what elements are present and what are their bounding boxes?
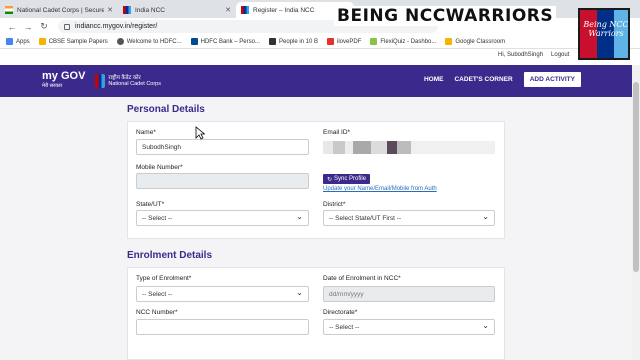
ncc-icon: [123, 6, 131, 14]
name-input[interactable]: SubodhSingh: [136, 139, 309, 155]
lock-icon: [64, 23, 70, 30]
globe-icon: [116, 38, 124, 45]
tab-title: India NCC: [135, 6, 165, 14]
bookmark-ilovepdf[interactable]: ilovePDF: [327, 38, 361, 45]
nav-home[interactable]: HOME: [424, 76, 444, 83]
india-flag-icon: [5, 6, 13, 14]
bookmark-label: ilovePDF: [337, 38, 362, 45]
add-activity-button[interactable]: ADD ACTIVITY: [523, 72, 581, 87]
bookmark-label: CBSE Sample Papers: [48, 38, 108, 45]
ncc-number-label: NCC Number*: [136, 309, 178, 316]
user-menu: Hi, SubodhSingh Logout: [498, 52, 569, 58]
bookmark-label: Google Classroom: [455, 38, 506, 45]
heart-icon: [327, 38, 335, 45]
scrollbar-thumb[interactable]: [633, 82, 639, 272]
enrolment-date-label: Date of Enrolment in NCC*: [323, 275, 401, 282]
ncc-icon: [241, 6, 249, 14]
directorate-label: Directorate*: [323, 309, 358, 316]
bookmark-label: FlexiQuiz - Dashbo...: [380, 38, 437, 45]
sync-profile-label: Sync Profile: [334, 176, 367, 182]
mouse-cursor-icon: [195, 126, 205, 140]
bookmark-hdfc-welcome[interactable]: Welcome to HDFC...: [116, 38, 182, 45]
page-icon: [268, 38, 276, 45]
close-icon[interactable]: ✕: [107, 6, 113, 14]
folder-icon: [38, 38, 46, 45]
apps-grid-icon: [6, 38, 13, 45]
user-greeting[interactable]: Hi, SubodhSingh: [498, 52, 543, 58]
state-select[interactable]: -- Select --: [136, 210, 309, 226]
mobile-label: Mobile Number*: [136, 164, 183, 171]
district-label: District*: [323, 201, 346, 208]
bookmark-label: People in 10 B: [278, 38, 319, 45]
bookmark-hdfc-bank[interactable]: HDFC Bank – Perso...: [190, 38, 260, 45]
close-icon[interactable]: ✕: [225, 6, 231, 14]
bookmark-label: HDFC Bank – Perso...: [200, 38, 260, 45]
logout-link[interactable]: Logout: [551, 52, 569, 58]
tab-title: Register – India NCC: [253, 6, 315, 14]
quiz-icon: [370, 38, 378, 45]
mygov-logo-subtext: मेरी सरकार: [42, 83, 63, 89]
enrolment-type-label: Type of Enrolment*: [136, 275, 192, 282]
name-label: Name*: [136, 129, 156, 136]
nav-cadets-corner[interactable]: CADET'S CORNER: [454, 76, 512, 83]
hdfc-icon: [190, 38, 198, 45]
back-arrow-icon[interactable]: ←: [6, 22, 18, 32]
tab-title: National Cadet Corps | Secure, Sa: [17, 6, 105, 14]
main-nav: HOME CADET'S CORNER ADD ACTIVITY: [424, 72, 581, 87]
bookmark-people[interactable]: People in 10 B: [268, 38, 319, 45]
sync-icon: ↻: [327, 176, 333, 183]
mobile-input: [136, 173, 309, 189]
ncc-logo-text: राष्ट्रीय कैडेट कोर National Cadet Corps: [108, 75, 161, 87]
url-text: indiancc.mygov.in/register/: [75, 23, 158, 30]
classroom-icon: [445, 38, 453, 45]
directorate-select[interactable]: -- Select --: [323, 319, 495, 335]
bookmark-cbse[interactable]: CBSE Sample Papers: [38, 38, 108, 45]
reload-icon[interactable]: ↻: [38, 21, 50, 32]
email-label: Email ID*: [323, 129, 351, 136]
enrolment-details-heading: Enrolment Details: [127, 250, 213, 261]
browser-tab-india-ncc[interactable]: India NCC ✕: [118, 2, 236, 18]
ncc-logo[interactable]: राष्ट्रीय कैडेट कोर National Cadet Corps: [95, 74, 161, 88]
mygov-logo[interactable]: my GOV मेरी सरकार: [42, 71, 85, 91]
browser-tab-ncc-secure[interactable]: National Cadet Corps | Secure, Sa ✕: [0, 2, 118, 18]
bookmark-label: Welcome to HDFC...: [126, 38, 182, 45]
bookmark-apps[interactable]: Apps: [6, 38, 30, 45]
ncc-logo-english: National Cadet Corps: [108, 81, 161, 87]
page-scrollbar[interactable]: [632, 65, 640, 360]
bookmark-flexiquiz[interactable]: FlexiQuiz - Dashbo...: [370, 38, 436, 45]
state-label: State/UT*: [136, 201, 165, 208]
email-value-redacted: [323, 141, 495, 154]
enrolment-type-select[interactable]: -- Select --: [136, 286, 309, 302]
bookmark-classroom[interactable]: Google Classroom: [445, 38, 505, 45]
district-select[interactable]: -- Select State/UT First --: [323, 210, 495, 226]
bookmark-label: Apps: [16, 38, 30, 45]
update-from-auth-link[interactable]: Update your Name/Email/Mobile from Auth: [323, 186, 437, 192]
ncc-number-input[interactable]: [136, 319, 309, 335]
watermark-title: BEING NCCWARRIORS: [334, 6, 557, 26]
bookmarks-bar: Apps CBSE Sample Papers Welcome to HDFC.…: [0, 35, 640, 49]
enrolment-date-input[interactable]: dd/mm/yyyy: [323, 286, 495, 302]
forward-arrow-icon[interactable]: →: [22, 22, 34, 32]
ncc-emblem-icon: [95, 74, 106, 88]
logo-text: Being NCC Warriors: [583, 20, 629, 38]
personal-details-heading: Personal Details: [127, 104, 205, 115]
site-header: my GOV मेरी सरकार राष्ट्रीय कैडेट कोर Na…: [0, 65, 640, 97]
watermark-logo: Being NCC Warriors: [578, 8, 630, 60]
sync-profile-button[interactable]: ↻ Sync Profile: [323, 174, 371, 184]
